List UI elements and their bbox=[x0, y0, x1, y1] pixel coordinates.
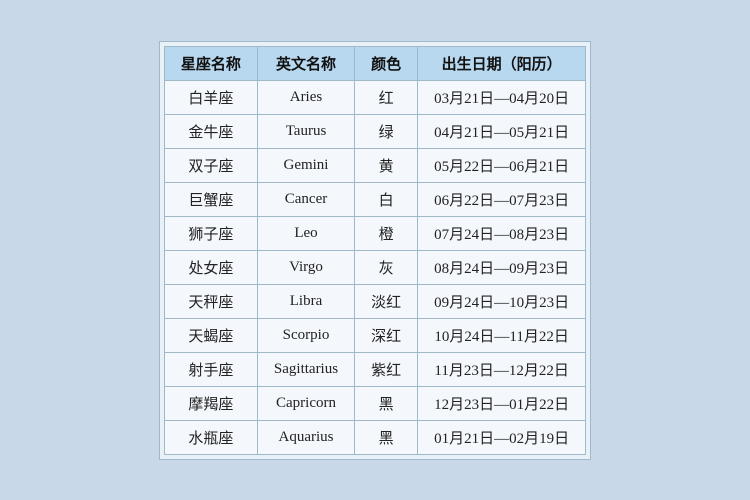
cell-row1-col1: Taurus bbox=[257, 114, 354, 148]
cell-row3-col0: 巨蟹座 bbox=[164, 182, 257, 216]
col-header-color: 颜色 bbox=[355, 46, 418, 80]
table-row: 天蝎座Scorpio深红10月24日—11月22日 bbox=[164, 318, 585, 352]
cell-row9-col2: 黑 bbox=[355, 386, 418, 420]
cell-row6-col0: 天秤座 bbox=[164, 284, 257, 318]
cell-row7-col2: 深红 bbox=[355, 318, 418, 352]
cell-row9-col0: 摩羯座 bbox=[164, 386, 257, 420]
cell-row5-col2: 灰 bbox=[355, 250, 418, 284]
cell-row1-col3: 04月21日—05月21日 bbox=[418, 114, 586, 148]
zodiac-table-wrapper: 星座名称 英文名称 颜色 出生日期（阳历） 白羊座Aries红03月21日—04… bbox=[159, 41, 591, 460]
cell-row2-col2: 黄 bbox=[355, 148, 418, 182]
zodiac-table: 星座名称 英文名称 颜色 出生日期（阳历） 白羊座Aries红03月21日—04… bbox=[164, 46, 586, 455]
cell-row9-col3: 12月23日—01月22日 bbox=[418, 386, 586, 420]
cell-row8-col2: 紫红 bbox=[355, 352, 418, 386]
cell-row8-col1: Sagittarius bbox=[257, 352, 354, 386]
cell-row6-col3: 09月24日—10月23日 bbox=[418, 284, 586, 318]
cell-row10-col2: 黑 bbox=[355, 420, 418, 454]
cell-row3-col1: Cancer bbox=[257, 182, 354, 216]
cell-row0-col1: Aries bbox=[257, 80, 354, 114]
cell-row6-col2: 淡红 bbox=[355, 284, 418, 318]
cell-row10-col1: Aquarius bbox=[257, 420, 354, 454]
cell-row5-col3: 08月24日—09月23日 bbox=[418, 250, 586, 284]
table-row: 巨蟹座Cancer白06月22日—07月23日 bbox=[164, 182, 585, 216]
col-header-dates: 出生日期（阳历） bbox=[418, 46, 586, 80]
cell-row8-col0: 射手座 bbox=[164, 352, 257, 386]
cell-row5-col1: Virgo bbox=[257, 250, 354, 284]
table-row: 金牛座Taurus绿04月21日—05月21日 bbox=[164, 114, 585, 148]
cell-row1-col0: 金牛座 bbox=[164, 114, 257, 148]
cell-row4-col3: 07月24日—08月23日 bbox=[418, 216, 586, 250]
cell-row7-col0: 天蝎座 bbox=[164, 318, 257, 352]
cell-row9-col1: Capricorn bbox=[257, 386, 354, 420]
cell-row8-col3: 11月23日—12月22日 bbox=[418, 352, 586, 386]
cell-row10-col0: 水瓶座 bbox=[164, 420, 257, 454]
table-row: 白羊座Aries红03月21日—04月20日 bbox=[164, 80, 585, 114]
cell-row1-col2: 绿 bbox=[355, 114, 418, 148]
table-row: 摩羯座Capricorn黑12月23日—01月22日 bbox=[164, 386, 585, 420]
col-header-english: 英文名称 bbox=[257, 46, 354, 80]
cell-row5-col0: 处女座 bbox=[164, 250, 257, 284]
cell-row4-col1: Leo bbox=[257, 216, 354, 250]
cell-row0-col0: 白羊座 bbox=[164, 80, 257, 114]
cell-row2-col3: 05月22日—06月21日 bbox=[418, 148, 586, 182]
cell-row3-col2: 白 bbox=[355, 182, 418, 216]
table-row: 水瓶座Aquarius黑01月21日—02月19日 bbox=[164, 420, 585, 454]
table-row: 射手座Sagittarius紫红11月23日—12月22日 bbox=[164, 352, 585, 386]
cell-row0-col2: 红 bbox=[355, 80, 418, 114]
col-header-chinese: 星座名称 bbox=[164, 46, 257, 80]
cell-row2-col0: 双子座 bbox=[164, 148, 257, 182]
table-header-row: 星座名称 英文名称 颜色 出生日期（阳历） bbox=[164, 46, 585, 80]
table-row: 天秤座Libra淡红09月24日—10月23日 bbox=[164, 284, 585, 318]
cell-row3-col3: 06月22日—07月23日 bbox=[418, 182, 586, 216]
table-row: 双子座Gemini黄05月22日—06月21日 bbox=[164, 148, 585, 182]
cell-row6-col1: Libra bbox=[257, 284, 354, 318]
cell-row7-col3: 10月24日—11月22日 bbox=[418, 318, 586, 352]
cell-row0-col3: 03月21日—04月20日 bbox=[418, 80, 586, 114]
cell-row2-col1: Gemini bbox=[257, 148, 354, 182]
cell-row10-col3: 01月21日—02月19日 bbox=[418, 420, 586, 454]
table-row: 狮子座Leo橙07月24日—08月23日 bbox=[164, 216, 585, 250]
cell-row4-col0: 狮子座 bbox=[164, 216, 257, 250]
cell-row7-col1: Scorpio bbox=[257, 318, 354, 352]
cell-row4-col2: 橙 bbox=[355, 216, 418, 250]
table-row: 处女座Virgo灰08月24日—09月23日 bbox=[164, 250, 585, 284]
